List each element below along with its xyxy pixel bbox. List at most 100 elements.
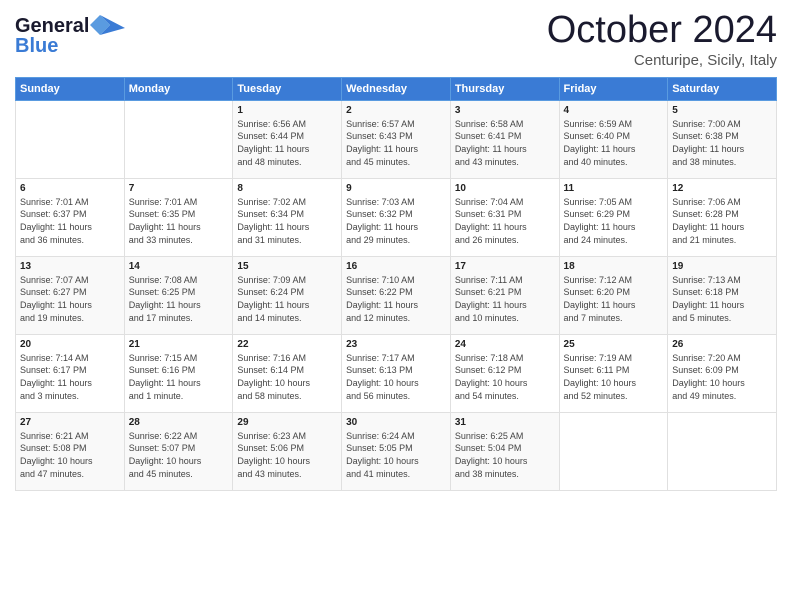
day-info: Sunrise: 7:20 AM Sunset: 6:09 PM Dayligh… (672, 352, 772, 402)
day-number: 3 (455, 105, 555, 116)
day-cell: 14 Sunrise: 7:08 AM Sunset: 6:25 PM Dayli… (124, 256, 233, 334)
day-info: Sunrise: 7:13 AM Sunset: 6:18 PM Dayligh… (672, 274, 772, 324)
day-cell: 20 Sunrise: 7:14 AM Sunset: 6:17 PM Dayli… (16, 334, 125, 412)
header-friday: Friday (559, 77, 668, 100)
day-number: 15 (237, 261, 337, 272)
day-number: 13 (20, 261, 120, 272)
day-number: 25 (564, 339, 664, 350)
day-info: Sunrise: 7:01 AM Sunset: 6:37 PM Dayligh… (20, 196, 120, 246)
day-cell: 25Sunrise: 7:19 AM Sunset: 6:11 PM Dayli… (559, 334, 668, 412)
day-info: Sunrise: 7:00 AM Sunset: 6:38 PM Dayligh… (672, 118, 772, 168)
day-cell: 8Sunrise: 7:02 AM Sunset: 6:34 PM Daylig… (233, 178, 342, 256)
day-info: Sunrise: 6:25 AM Sunset: 5:04 PM Dayligh… (455, 430, 555, 480)
location-subtitle: Centuripe, Sicily, Italy (547, 52, 777, 69)
day-number: 1 (237, 105, 337, 116)
day-info: Sunrise: 7:18 AM Sunset: 6:12 PM Dayligh… (455, 352, 555, 402)
day-info: Sunrise: 6:24 AM Sunset: 5:05 PM Dayligh… (346, 430, 446, 480)
header-wednesday: Wednesday (342, 77, 451, 100)
day-cell: 27 Sunrise: 6:21 AM Sunset: 5:08 PM Dayli… (16, 412, 125, 490)
day-cell (124, 100, 233, 178)
day-number: 4 (564, 105, 664, 116)
calendar-header: Sunday Monday Tuesday Wednesday Thursday… (16, 77, 777, 100)
day-number: 11 (564, 183, 664, 194)
svg-text:General: General (15, 15, 89, 37)
day-info: Sunrise: 7:01 AM Sunset: 6:35 PM Dayligh… (129, 196, 229, 246)
day-info: Sunrise: 6:59 AM Sunset: 6:40 PM Dayligh… (564, 118, 664, 168)
day-cell: 16Sunrise: 7:10 AM Sunset: 6:22 PM Dayli… (342, 256, 451, 334)
day-info: Sunrise: 7:14 AM Sunset: 6:17 PM Dayligh… (20, 352, 120, 402)
day-info: Sunrise: 7:09 AM Sunset: 6:24 PM Dayligh… (237, 274, 337, 324)
day-info: Sunrise: 7:07 AM Sunset: 6:27 PM Dayligh… (20, 274, 120, 324)
day-info: Sunrise: 7:15 AM Sunset: 6:16 PM Dayligh… (129, 352, 229, 402)
week-row-4: 20 Sunrise: 7:14 AM Sunset: 6:17 PM Dayli… (16, 334, 777, 412)
day-cell: 19 Sunrise: 7:13 AM Sunset: 6:18 PM Dayli… (668, 256, 777, 334)
day-cell: 7 Sunrise: 7:01 AM Sunset: 6:35 PM Daylig… (124, 178, 233, 256)
day-number: 12 (672, 183, 772, 194)
day-number: 31 (455, 417, 555, 428)
day-info: Sunrise: 7:17 AM Sunset: 6:13 PM Dayligh… (346, 352, 446, 402)
day-info: Sunrise: 7:03 AM Sunset: 6:32 PM Dayligh… (346, 196, 446, 246)
day-cell: 18 Sunrise: 7:12 AM Sunset: 6:20 PM Dayli… (559, 256, 668, 334)
header-thursday: Thursday (450, 77, 559, 100)
day-info: Sunrise: 6:22 AM Sunset: 5:07 PM Dayligh… (129, 430, 229, 480)
day-number: 21 (129, 339, 229, 350)
calendar-body: 1 Sunrise: 6:56 AM Sunset: 6:44 PM Daylig… (16, 100, 777, 490)
day-cell: 26 Sunrise: 7:20 AM Sunset: 6:09 PM Dayli… (668, 334, 777, 412)
day-number: 9 (346, 183, 446, 194)
day-cell: 30 Sunrise: 6:24 AM Sunset: 5:05 PM Dayli… (342, 412, 451, 490)
day-number: 26 (672, 339, 772, 350)
day-number: 17 (455, 261, 555, 272)
day-info: Sunrise: 6:21 AM Sunset: 5:08 PM Dayligh… (20, 430, 120, 480)
day-info: Sunrise: 6:23 AM Sunset: 5:06 PM Dayligh… (237, 430, 337, 480)
day-number: 24 (455, 339, 555, 350)
day-info: Sunrise: 7:04 AM Sunset: 6:31 PM Dayligh… (455, 196, 555, 246)
header-saturday: Saturday (668, 77, 777, 100)
day-number: 18 (564, 261, 664, 272)
day-info: Sunrise: 7:08 AM Sunset: 6:25 PM Dayligh… (129, 274, 229, 324)
title-block: October 2024 Centuripe, Sicily, Italy (547, 10, 777, 69)
day-number: 5 (672, 105, 772, 116)
day-number: 14 (129, 261, 229, 272)
day-info: Sunrise: 7:02 AM Sunset: 6:34 PM Dayligh… (237, 196, 337, 246)
day-cell (668, 412, 777, 490)
day-cell: 10 Sunrise: 7:04 AM Sunset: 6:31 PM Dayli… (450, 178, 559, 256)
calendar-page: General Blue October 2024 Centuripe, Sic… (0, 0, 792, 612)
day-number: 27 (20, 417, 120, 428)
header-monday: Monday (124, 77, 233, 100)
day-info: Sunrise: 7:05 AM Sunset: 6:29 PM Dayligh… (564, 196, 664, 246)
day-info: Sunrise: 6:57 AM Sunset: 6:43 PM Dayligh… (346, 118, 446, 168)
day-cell: 29 Sunrise: 6:23 AM Sunset: 5:06 PM Dayli… (233, 412, 342, 490)
logo-text: General Blue (15, 10, 125, 65)
day-number: 19 (672, 261, 772, 272)
day-number: 7 (129, 183, 229, 194)
week-row-3: 13 Sunrise: 7:07 AM Sunset: 6:27 PM Dayli… (16, 256, 777, 334)
day-cell: 22 Sunrise: 7:16 AM Sunset: 6:14 PM Dayli… (233, 334, 342, 412)
svg-text:Blue: Blue (15, 35, 58, 57)
day-cell: 9 Sunrise: 7:03 AM Sunset: 6:32 PM Daylig… (342, 178, 451, 256)
day-info: Sunrise: 7:12 AM Sunset: 6:20 PM Dayligh… (564, 274, 664, 324)
day-number: 6 (20, 183, 120, 194)
day-cell: 4 Sunrise: 6:59 AM Sunset: 6:40 PM Daylig… (559, 100, 668, 178)
day-number: 22 (237, 339, 337, 350)
day-info: Sunrise: 6:56 AM Sunset: 6:44 PM Dayligh… (237, 118, 337, 168)
day-number: 2 (346, 105, 446, 116)
day-cell: 12 Sunrise: 7:06 AM Sunset: 6:28 PM Dayli… (668, 178, 777, 256)
month-title: October 2024 (547, 10, 777, 52)
day-cell: 23Sunrise: 7:17 AM Sunset: 6:13 PM Dayli… (342, 334, 451, 412)
day-cell: 6 Sunrise: 7:01 AM Sunset: 6:37 PM Daylig… (16, 178, 125, 256)
day-info: Sunrise: 7:16 AM Sunset: 6:14 PM Dayligh… (237, 352, 337, 402)
day-cell (16, 100, 125, 178)
day-number: 29 (237, 417, 337, 428)
day-cell: 13 Sunrise: 7:07 AM Sunset: 6:27 PM Dayli… (16, 256, 125, 334)
day-cell: 5 Sunrise: 7:00 AM Sunset: 6:38 PM Daylig… (668, 100, 777, 178)
day-cell: 24 Sunrise: 7:18 AM Sunset: 6:12 PM Dayli… (450, 334, 559, 412)
calendar-table: Sunday Monday Tuesday Wednesday Thursday… (15, 77, 777, 491)
header-tuesday: Tuesday (233, 77, 342, 100)
day-cell: 21 Sunrise: 7:15 AM Sunset: 6:16 PM Dayli… (124, 334, 233, 412)
day-cell: 31 Sunrise: 6:25 AM Sunset: 5:04 PM Dayli… (450, 412, 559, 490)
day-info: Sunrise: 7:06 AM Sunset: 6:28 PM Dayligh… (672, 196, 772, 246)
logo: General Blue (15, 10, 125, 65)
day-number: 20 (20, 339, 120, 350)
day-number: 30 (346, 417, 446, 428)
day-number: 10 (455, 183, 555, 194)
